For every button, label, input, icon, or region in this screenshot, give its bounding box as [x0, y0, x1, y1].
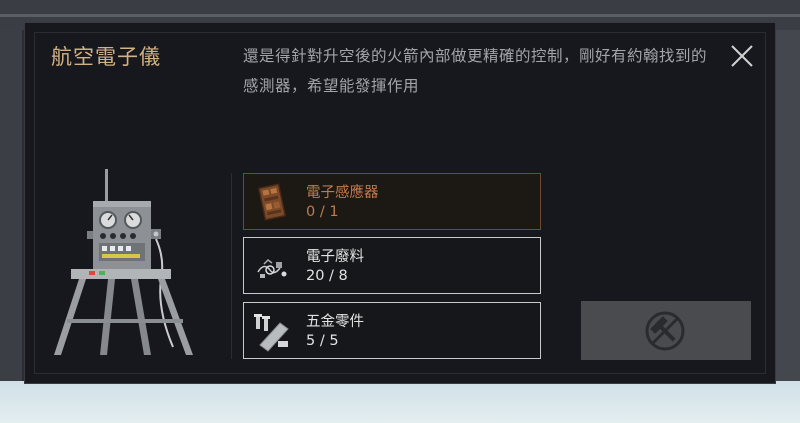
ingredient-row[interactable]: 五金零件 5 / 5	[243, 302, 541, 359]
background-wall-left	[0, 30, 22, 390]
ingredient-count: 20 / 8	[306, 268, 348, 284]
ingredient-name: 電子感應器	[306, 185, 379, 201]
background-pipe	[0, 14, 800, 17]
background-snow	[0, 381, 800, 423]
ingredient-row[interactable]: 電子感應器 0 / 1	[243, 173, 541, 230]
electronic-scrap-icon	[257, 259, 287, 278]
close-icon	[731, 45, 753, 67]
hardware-parts-icon	[254, 314, 289, 352]
crafting-dialog: 航空電子儀 還是得針對升空後的火箭內部做更精確的控制，剛好有約翰找到的感測器，希…	[24, 22, 776, 384]
ingredient-count: 0 / 1	[306, 204, 339, 220]
close-button[interactable]	[729, 43, 755, 69]
ingredient-row[interactable]: 電子廢料 20 / 8	[243, 237, 541, 294]
item-title: 航空電子儀	[51, 45, 161, 69]
divider	[231, 173, 232, 359]
avionics-machine-illustration	[54, 169, 193, 355]
hammer-disabled-icon	[645, 311, 685, 351]
item-description: 還是得針對升空後的火箭內部做更精確的控制，剛好有約翰找到的感測器，希望能發揮作用	[243, 47, 708, 95]
ingredient-name: 電子廢料	[306, 249, 364, 265]
build-button[interactable]	[581, 301, 751, 360]
ingredient-name: 五金零件	[306, 314, 364, 330]
ingredient-count: 5 / 5	[306, 333, 339, 349]
circuit-board-icon	[258, 183, 286, 221]
